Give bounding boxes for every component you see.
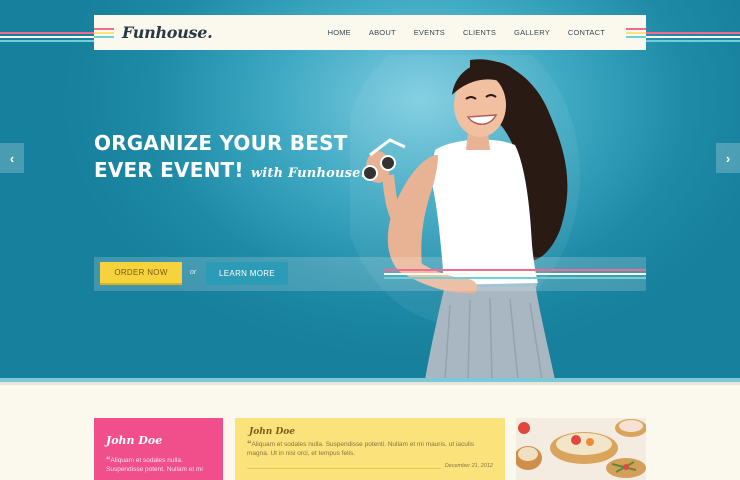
- nav-item-clients[interactable]: CLIENTS: [454, 28, 505, 37]
- cta-stripes: [384, 269, 646, 279]
- testimonial-author: John Doe: [106, 434, 163, 447]
- food-photo: [516, 418, 646, 480]
- testimonial-quote: “Aliquam et sodales nulla. Suspendisse p…: [247, 440, 493, 458]
- slider-prev-button[interactable]: ‹: [0, 143, 24, 173]
- nav-item-events[interactable]: EVENTS: [405, 28, 454, 37]
- decorative-stripes-left: [0, 32, 94, 42]
- headline-line-1: ORGANIZE YOUR BEST: [94, 131, 348, 155]
- or-separator: or: [190, 269, 197, 276]
- nav-item-contact[interactable]: CONTACT: [559, 28, 614, 37]
- nav-item-gallery[interactable]: GALLERY: [505, 28, 559, 37]
- chevron-right-icon: ›: [725, 150, 731, 166]
- cta-bar: ORDER NOW or LEARN MORE: [94, 257, 646, 291]
- order-now-button[interactable]: ORDER NOW: [100, 262, 182, 285]
- hero-woman-image: [350, 55, 580, 380]
- learn-more-button[interactable]: LEARN MORE: [206, 262, 288, 285]
- main-nav: HOME ABOUT EVENTS CLIENTS GALLERY CONTAC…: [319, 28, 614, 37]
- site-header: Funhouse. HOME ABOUT EVENTS CLIENTS GALL…: [94, 15, 646, 50]
- hero-slider: Funhouse. HOME ABOUT EVENTS CLIENTS GALL…: [0, 0, 740, 380]
- nav-item-about[interactable]: ABOUT: [360, 28, 405, 37]
- header-stripes-right: [626, 28, 646, 38]
- testimonial-date: December 21, 2012: [440, 463, 493, 469]
- nav-item-home[interactable]: HOME: [319, 28, 360, 37]
- headline-line-2: EVER EVENT! with Funhouse.: [94, 157, 365, 187]
- chevron-left-icon: ‹: [9, 150, 15, 166]
- hero-divider-shadow: [0, 382, 740, 385]
- testimonial-card-pink: John Doe “Aliquam et sodales nulla. Susp…: [94, 418, 223, 480]
- hero-headline: ORGANIZE YOUR BEST EVER EVENT! with Funh…: [94, 130, 365, 187]
- slider-next-button[interactable]: ›: [716, 143, 740, 173]
- testimonial-quote-text: Aliquam et sodales nulla. Suspendisse po…: [247, 441, 475, 457]
- headline-script: with Funhouse.: [250, 166, 366, 181]
- testimonial-quote: “Aliquam et sodales nulla. Suspendisse p…: [106, 456, 211, 474]
- header-stripes-left: [94, 28, 114, 38]
- site-logo[interactable]: Funhouse.: [122, 23, 213, 42]
- decorative-stripes-right: [646, 32, 740, 42]
- testimonial-quote-text: Aliquam et sodales nulla. Suspendisse po…: [106, 457, 203, 473]
- food-image: [516, 418, 646, 480]
- testimonial-author: John Doe: [249, 427, 296, 437]
- testimonial-card-yellow: John Doe “Aliquam et sodales nulla. Susp…: [235, 418, 505, 480]
- headline-line-2-text: EVER EVENT!: [94, 158, 244, 182]
